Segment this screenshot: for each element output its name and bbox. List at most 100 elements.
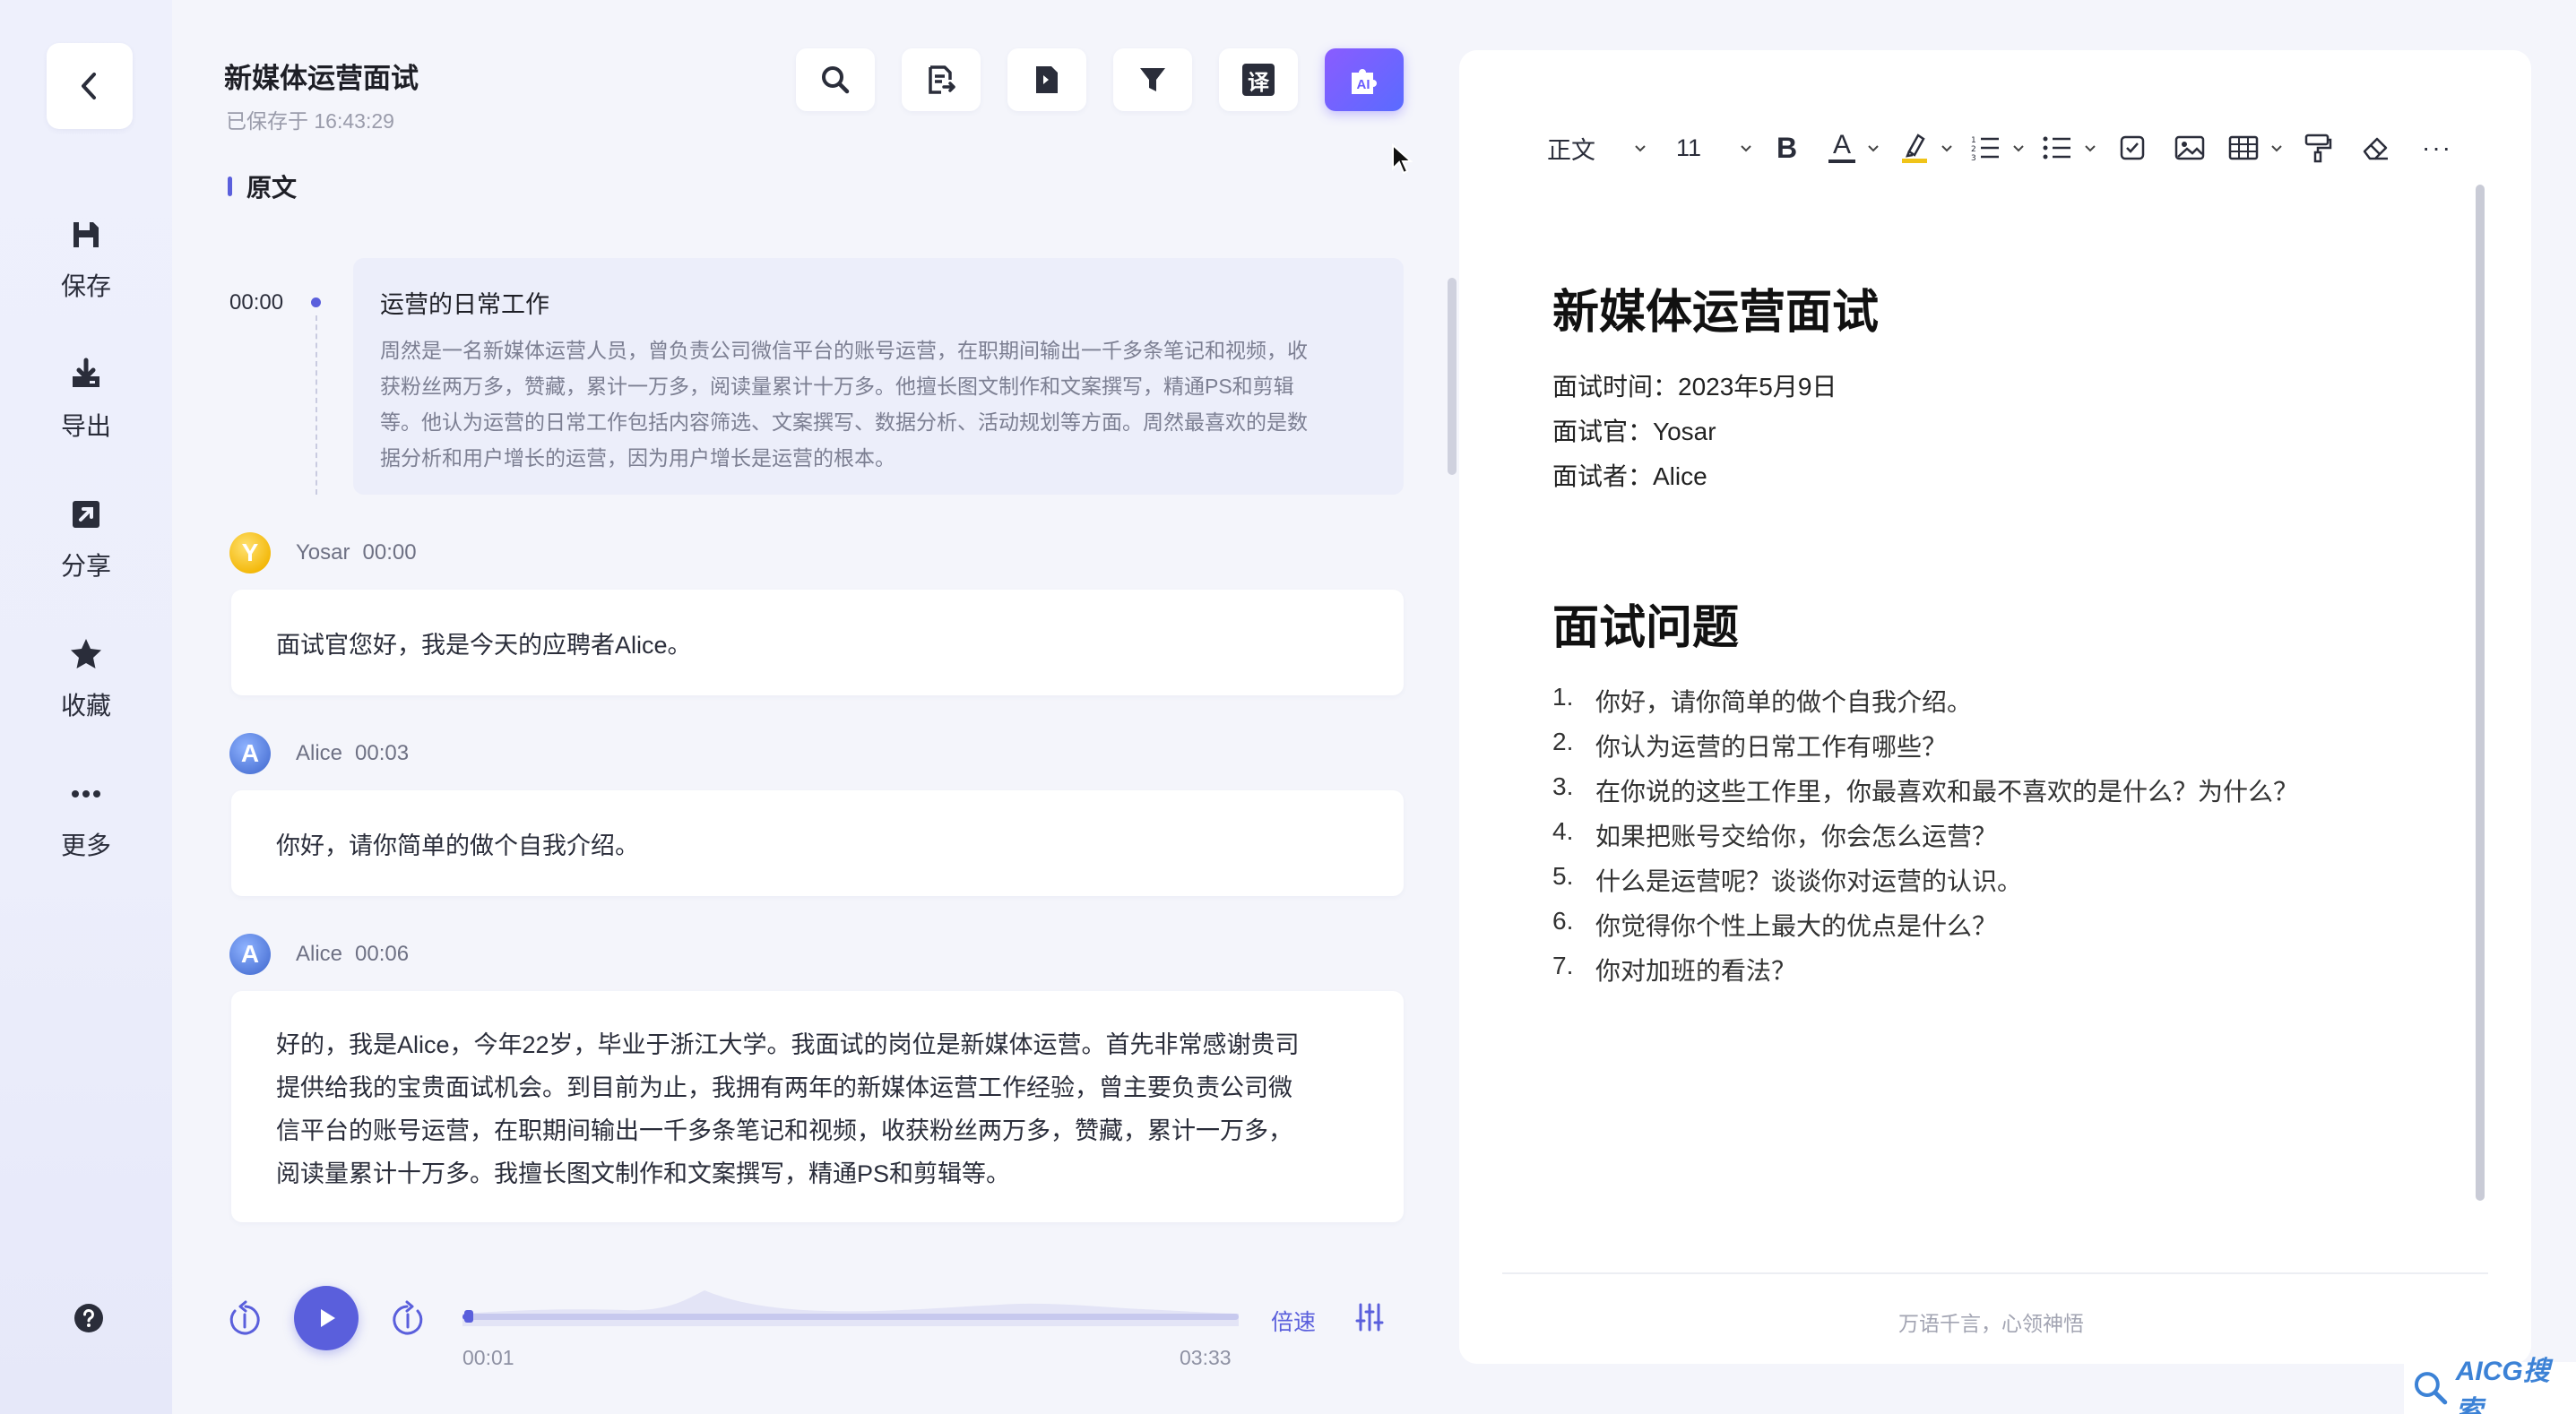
translate-button[interactable]: 译 <box>1219 48 1298 111</box>
highlight-button[interactable] <box>1900 125 1956 170</box>
message-text: 好的，我是Alice，今年22岁，毕业于浙江大学。我面试的岗位是新媒体运营。首先… <box>276 1031 1300 1058</box>
summary-title: 运营的日常工作 <box>380 291 549 318</box>
doc-heading-1[interactable]: 新媒体运营面试 <box>1552 274 1879 341</box>
doc-meta-line[interactable]: 面试者：Alice <box>1552 457 1707 493</box>
message-timestamp[interactable]: 00:00 <box>363 540 417 565</box>
question-item[interactable]: 6. 你觉得你个性上最大的优点是什么？ <box>1552 907 1997 943</box>
timeline-line <box>316 315 317 495</box>
question-item[interactable]: 7. 你对加班的看法？ <box>1552 952 1796 987</box>
speaker-name: Alice <box>296 942 343 966</box>
doc-heading-2[interactable]: 面试问题 <box>1552 590 1739 657</box>
summary-text: 周然是一名新媒体运营人员，曾负责公司微信平台的账号运营，在职期间输出一千多条笔记… <box>380 332 1377 476</box>
progress-track[interactable] <box>462 1314 1239 1320</box>
summary-line: 据分析和用户增长的运营，因为用户增长是运营的根本。 <box>380 446 895 470</box>
question-number: 5. <box>1552 862 1574 890</box>
translate-icon: 译 <box>1242 64 1275 96</box>
svg-text:1: 1 <box>1971 136 1976 145</box>
message-bubble[interactable]: 好的，我是Alice，今年22岁，毕业于浙江大学。我面试的岗位是新媒体运营。首先… <box>231 991 1404 1222</box>
summary-button[interactable] <box>902 48 981 111</box>
message-bubble[interactable]: 你好，请你简单的做个自我介绍。 <box>231 790 1404 896</box>
clear-format-button[interactable] <box>2361 125 2391 170</box>
chevron-down-icon <box>1635 145 1646 152</box>
star-icon <box>66 634 106 674</box>
sidebar-item-more[interactable]: 更多 <box>0 774 172 873</box>
insert-image-button[interactable] <box>2174 125 2205 170</box>
more-icon <box>66 774 106 814</box>
checklist-button[interactable] <box>2119 125 2146 170</box>
question-number: 6. <box>1552 907 1574 935</box>
font-color-button[interactable]: A <box>1828 125 1882 170</box>
sidebar-item-favorite[interactable]: 收藏 <box>0 634 172 733</box>
search-button[interactable] <box>796 48 875 111</box>
message-timestamp[interactable]: 00:06 <box>355 942 409 967</box>
summary-line: 获粉丝两万多，赞藏，累计一万多，阅读量累计十万多。他擅长图文制作和文案撰写，精通… <box>380 375 1294 398</box>
bullet-list-button[interactable] <box>2042 125 2099 170</box>
play-button[interactable] <box>294 1286 359 1350</box>
question-item[interactable]: 5. 什么是运营呢？谈谈你对运营的认识。 <box>1552 862 2022 898</box>
share-icon <box>66 495 106 534</box>
doc-meta-line[interactable]: 面试时间：2023年5月9日 <box>1552 367 1837 403</box>
format-painter-button[interactable] <box>2304 125 2332 170</box>
question-item[interactable]: 1. 你好，请你简单的做个自我介绍。 <box>1552 683 1972 719</box>
editor-scrollbar[interactable] <box>2476 185 2485 1201</box>
sidebar-item-export[interactable]: 导出 <box>0 355 172 453</box>
question-text: 什么是运营呢？谈谈你对运营的认识。 <box>1595 867 2023 895</box>
question-text: 在你说的这些工作里，你最喜欢和最不喜欢的是什么？为什么？ <box>1595 778 2299 806</box>
bullet-list-icon <box>2043 136 2070 160</box>
message-text: 面试官您好，我是今天的应聘者Alice。 <box>276 632 692 659</box>
chevron-left-icon <box>82 73 96 99</box>
question-text: 如果把账号交给你，你会怎么运营？ <box>1595 823 1998 850</box>
summary-timestamp[interactable]: 00:00 <box>229 290 283 315</box>
paragraph-style-select[interactable]: 正文 <box>1547 125 1649 170</box>
summary-icon <box>929 65 955 94</box>
sidebar-item-label: 收藏 <box>60 692 111 720</box>
chevron-down-icon <box>2271 145 2282 152</box>
question-text: 你认为运营的日常工作有哪些？ <box>1595 733 1948 761</box>
message-header: Y Yosar 00:00 <box>229 532 417 573</box>
question-item[interactable]: 2. 你认为运营的日常工作有哪些？ <box>1552 728 1947 763</box>
save-icon <box>66 215 106 254</box>
section-original: 原文 <box>228 168 297 204</box>
insert-table-button[interactable] <box>2228 125 2286 170</box>
avatar: A <box>229 934 271 975</box>
filter-button[interactable] <box>1113 48 1192 111</box>
forward-button[interactable] <box>387 1300 427 1340</box>
help-button[interactable] <box>73 1303 104 1333</box>
section-marker <box>228 177 232 196</box>
question-item[interactable]: 3. 在你说的这些工作里，你最喜欢和最不喜欢的是什么？为什么？ <box>1552 772 2298 808</box>
chevron-down-icon <box>2085 145 2096 152</box>
bold-button[interactable]: B <box>1776 125 1797 170</box>
back-button[interactable] <box>47 43 133 129</box>
current-time: 00:01 <box>462 1346 514 1369</box>
sidebar-item-share[interactable]: 分享 <box>0 495 172 593</box>
ai-assistant-button[interactable]: AI <box>1325 48 1404 111</box>
rewind-button[interactable] <box>226 1300 265 1340</box>
font-size-value: 11 <box>1676 134 1702 161</box>
image-icon <box>2174 135 2205 160</box>
message-text: 阅读量累计十万多。我擅长图文制作和文案撰写，精通PS和剪辑等。 <box>276 1160 1011 1187</box>
message-text: 提供给我的宝贵面试机会。到目前为止，我拥有两年的新媒体运营工作经验，曾主要负责公… <box>276 1074 1292 1101</box>
export-doc-button[interactable] <box>1007 48 1086 111</box>
progress-handle[interactable] <box>464 1310 474 1323</box>
more-tools-button[interactable]: ··· <box>2422 125 2452 170</box>
avatar: Y <box>229 532 271 573</box>
format-painter-icon <box>2304 134 2332 163</box>
audio-settings-button[interactable] <box>1353 1301 1386 1333</box>
sidebar-item-save[interactable]: 保存 <box>0 215 172 314</box>
transcript-scrollbar[interactable] <box>1448 278 1457 475</box>
font-size-select[interactable]: 11 <box>1676 125 1755 170</box>
message-bubble[interactable]: 面试官您好，我是今天的应聘者Alice。 <box>231 590 1404 695</box>
sidebar-item-label: 保存 <box>60 272 111 300</box>
total-time: 03:33 <box>1180 1346 1232 1369</box>
bold-icon: B <box>1776 131 1798 164</box>
speed-button[interactable]: 倍速 <box>1271 1305 1316 1337</box>
play-icon <box>321 1309 335 1327</box>
highlighter-icon <box>1902 134 1927 163</box>
message-timestamp[interactable]: 00:03 <box>355 741 409 766</box>
translate-glyph: 译 <box>1248 70 1269 95</box>
doc-meta-line[interactable]: 面试官：Yosar <box>1552 412 1716 448</box>
question-item[interactable]: 4. 如果把账号交给你，你会怎么运营？ <box>1552 817 1997 853</box>
sidebar-item-label: 分享 <box>60 552 111 580</box>
ordered-list-button[interactable]: 123 <box>1970 125 2027 170</box>
summary-card[interactable]: 运营的日常工作 周然是一名新媒体运营人员，曾负责公司微信平台的账号运营，在职期间… <box>353 258 1404 495</box>
